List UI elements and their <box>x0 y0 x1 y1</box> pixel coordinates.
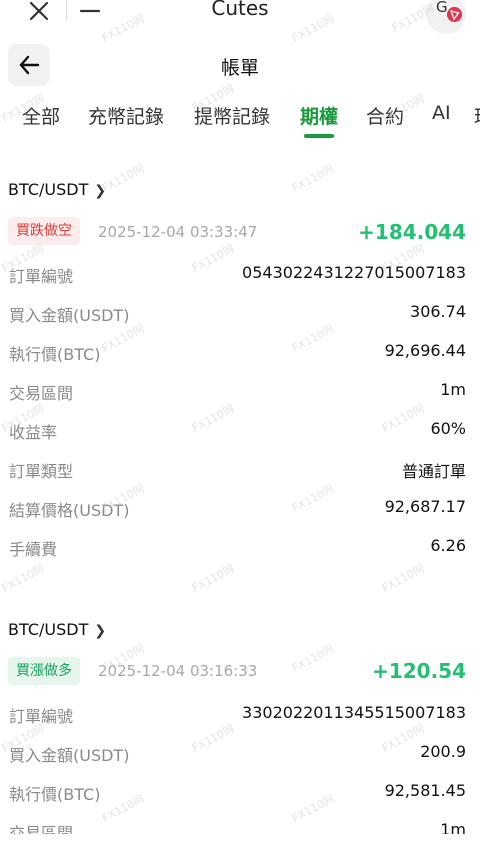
tron-badge-icon <box>447 7 462 22</box>
watermark: FX110网 <box>289 161 337 195</box>
page-title: 帳單 <box>220 57 259 79</box>
field-strike-price: 執行價(BTC) 92,581.45 <box>0 775 480 805</box>
bottom-clip <box>0 834 480 854</box>
field-label: 手續費 <box>9 540 58 559</box>
field-value: 200.9 <box>420 742 466 761</box>
tab-deposit-records[interactable]: 充幣記錄 <box>88 102 164 129</box>
field-value: 3302022011345515007183 <box>242 703 466 722</box>
field-value: 6.26 <box>430 536 466 555</box>
chevron-right-icon: ❯ <box>94 623 107 639</box>
field-value: 1m <box>440 380 466 399</box>
active-tab-indicator <box>304 134 334 138</box>
pair-label: BTC/USDT <box>8 620 89 639</box>
direction-badge: 買跌做空 <box>8 217 80 245</box>
pair-link[interactable]: BTC/USDT ❯ <box>8 620 106 639</box>
field-label: 訂單類型 <box>9 462 74 481</box>
field-value: 0543022431227015007183 <box>242 263 466 282</box>
field-interval: 交易區間 1m <box>0 374 480 404</box>
field-settlement-price: 結算價格(USDT) 92,687.17 <box>0 491 480 521</box>
watermark: FX110网 <box>99 161 147 195</box>
field-order-id: 訂單編號 3302022011345515007183 <box>0 697 480 727</box>
field-label: 執行價(BTC) <box>9 785 101 804</box>
pnl-value: +184.044 <box>358 220 466 244</box>
field-value: 92,687.17 <box>384 497 466 516</box>
order-time: 2025-12-04 03:33:47 <box>98 223 258 241</box>
field-fee: 手續費 6.26 <box>0 530 480 560</box>
tab-ai[interactable]: AI <box>432 102 451 124</box>
field-value: 306.74 <box>410 302 466 321</box>
direction-badge: 買漲做多 <box>8 657 80 685</box>
field-value: 普通訂單 <box>401 462 466 481</box>
pair-label: BTC/USDT <box>8 180 89 199</box>
field-buy-amount: 買入金額(USDT) 306.74 <box>0 296 480 326</box>
field-label: 買入金額(USDT) <box>9 306 130 325</box>
field-strike-price: 執行價(BTC) 92,696.44 <box>0 335 480 365</box>
watermark: FX110网 <box>189 561 237 595</box>
watermark: FX110网 <box>379 561 427 595</box>
tab-options[interactable]: 期權 <box>300 102 338 129</box>
field-value: 92,581.45 <box>384 781 466 800</box>
field-label: 執行價(BTC) <box>9 345 101 364</box>
watermark: FX110网 <box>289 641 337 675</box>
field-value: 92,696.44 <box>384 341 466 360</box>
watermark: FX110网 <box>0 561 47 595</box>
tab-finance[interactable]: 理 <box>474 102 480 129</box>
field-order-type: 訂單類型 普通訂單 <box>0 452 480 482</box>
pnl-value: +120.54 <box>372 659 466 683</box>
avatar-letter: G <box>436 0 448 16</box>
field-value: 60% <box>430 419 466 438</box>
field-label: 交易區間 <box>9 384 74 403</box>
page-header: 帳單 <box>0 44 480 88</box>
field-label: 買入金額(USDT) <box>9 746 130 765</box>
pair-link[interactable]: BTC/USDT ❯ <box>8 180 106 199</box>
